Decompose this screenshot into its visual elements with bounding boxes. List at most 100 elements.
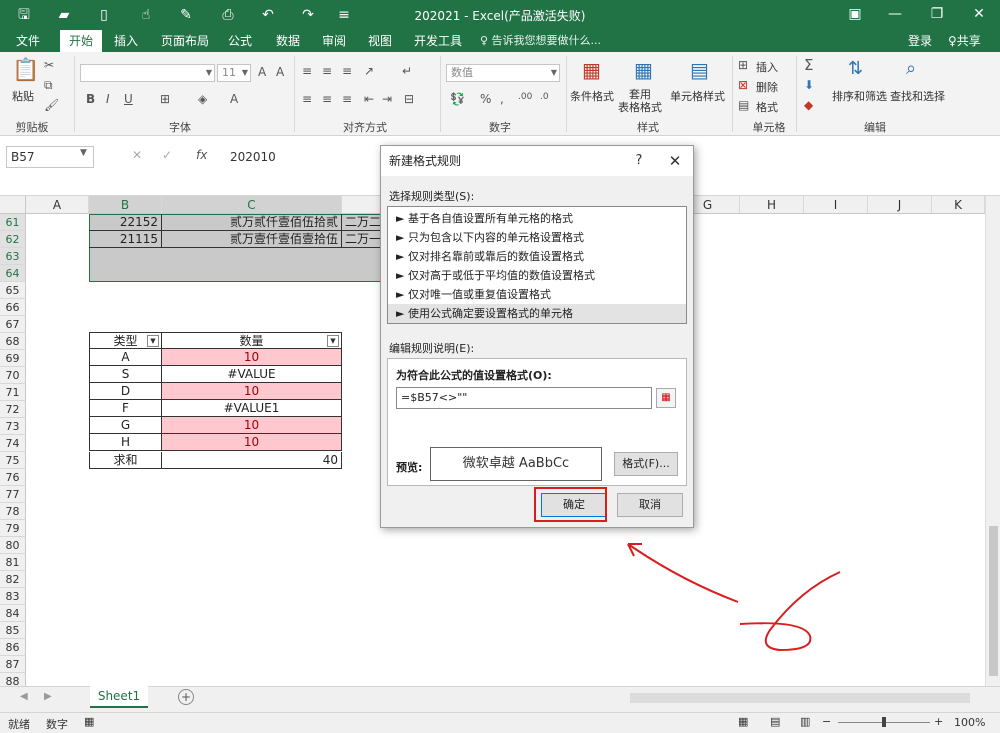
table-cell-qty[interactable]: #VALUE xyxy=(162,366,342,383)
align-middle-icon[interactable]: ≡ xyxy=(322,64,332,78)
column-header-c[interactable]: C xyxy=(162,196,342,214)
format-painter-icon[interactable]: 🖌 xyxy=(44,98,59,112)
increase-indent-icon[interactable]: ⇥ xyxy=(382,92,392,106)
format-button[interactable]: 格式(F)... xyxy=(614,452,678,476)
table-cell-qty[interactable]: 10 xyxy=(162,349,342,366)
italic-button[interactable]: I xyxy=(106,92,110,106)
dialog-close-button[interactable]: ✕ xyxy=(665,146,685,176)
font-name-select[interactable]: ▼ xyxy=(80,64,215,82)
find-select-icon[interactable]: ⌕ xyxy=(906,58,916,79)
align-right-icon[interactable]: ≡ xyxy=(342,92,352,106)
row-header[interactable]: 72 xyxy=(0,401,26,418)
row-header[interactable]: 85 xyxy=(0,622,26,639)
tab-formulas[interactable]: 公式 xyxy=(222,30,258,52)
cell-style-button[interactable]: 单元格样式 xyxy=(670,88,725,104)
rule-type-item-selected[interactable]: ► 使用公式确定要设置格式的单元格 xyxy=(388,304,686,323)
grow-font-icon[interactable]: A xyxy=(258,65,266,79)
row-header[interactable]: 82 xyxy=(0,571,26,588)
ribbon-display-icon[interactable]: ▣ xyxy=(842,3,868,25)
copy-icon[interactable]: ⧉ xyxy=(44,78,53,93)
table-cell-qty[interactable]: 10 xyxy=(162,434,342,451)
decrease-indent-icon[interactable]: ⇤ xyxy=(364,92,374,106)
table-cell-type[interactable]: A xyxy=(89,349,162,366)
rule-type-item[interactable]: ► 基于各自值设置所有单元格的格式 xyxy=(388,209,686,228)
zoom-in-icon[interactable]: + xyxy=(934,715,943,728)
row-header[interactable]: 75 xyxy=(0,452,26,469)
login-link[interactable]: 登录 xyxy=(902,30,938,52)
cell-c61[interactable]: 贰万贰仟壹佰伍拾贰 xyxy=(162,214,342,231)
rule-type-item[interactable]: ► 仅对排名靠前或靠后的数值设置格式 xyxy=(388,247,686,266)
add-sheet-button[interactable]: + xyxy=(178,689,194,705)
horizontal-scrollbar[interactable] xyxy=(630,693,970,703)
delete-cells-icon[interactable]: ⊠ xyxy=(738,78,748,92)
sort-filter-button[interactable]: 排序和筛选 xyxy=(832,88,887,104)
table-header-type[interactable]: 类型 ▼ xyxy=(89,332,162,349)
row-header[interactable]: 62 xyxy=(0,231,26,248)
macro-record-icon[interactable]: ▦ xyxy=(84,715,94,728)
help-button[interactable]: ? xyxy=(631,146,647,176)
shrink-font-icon[interactable]: A xyxy=(276,65,284,79)
row-header[interactable]: 88 xyxy=(0,673,26,686)
rule-type-item[interactable]: ► 仅对高于或低于平均值的数值设置格式 xyxy=(388,266,686,285)
filter-dropdown-icon[interactable]: ▼ xyxy=(147,335,159,347)
filter-dropdown-icon[interactable]: ▼ xyxy=(327,335,339,347)
row-header[interactable]: 81 xyxy=(0,554,26,571)
table-cell-type[interactable]: H xyxy=(89,434,162,451)
scroll-thumb[interactable] xyxy=(989,526,998,676)
underline-button[interactable]: U xyxy=(124,92,133,106)
row-header[interactable]: 77 xyxy=(0,486,26,503)
column-header-i[interactable]: I xyxy=(804,196,868,214)
row-header[interactable]: 64 xyxy=(0,265,26,282)
page-layout-view-icon[interactable]: ▤ xyxy=(770,715,780,728)
wrap-text-icon[interactable]: ↵ xyxy=(402,64,412,78)
row-header[interactable]: 74 xyxy=(0,435,26,452)
row-header[interactable]: 66 xyxy=(0,299,26,316)
share-button[interactable]: ♀共享 xyxy=(942,30,987,52)
row-header[interactable]: 69 xyxy=(0,350,26,367)
maximize-button[interactable]: ❐ xyxy=(924,3,950,25)
tab-developer[interactable]: 开发工具 xyxy=(408,30,468,52)
cell-b61[interactable]: 22152 xyxy=(89,214,162,231)
bold-button[interactable]: B xyxy=(86,92,95,106)
select-all-corner[interactable] xyxy=(0,196,26,214)
tab-view[interactable]: 视图 xyxy=(362,30,398,52)
merge-center-icon[interactable]: ⊟ xyxy=(404,92,414,106)
zoom-out-icon[interactable]: − xyxy=(822,715,831,728)
tab-home[interactable]: 开始 xyxy=(60,30,102,52)
table-cell-type[interactable]: G xyxy=(89,417,162,434)
comma-icon[interactable]: , xyxy=(500,92,504,106)
table-cell-type[interactable]: D xyxy=(89,383,162,400)
formula-field[interactable]: =$B57<>"" xyxy=(396,387,652,409)
row-header[interactable]: 87 xyxy=(0,656,26,673)
cell-b62[interactable]: 21115 xyxy=(89,231,162,248)
paste-icon[interactable]: 📋 xyxy=(12,58,39,83)
align-left-icon[interactable]: ≡ xyxy=(302,92,312,106)
page-break-view-icon[interactable]: ▥ xyxy=(800,715,810,728)
sheet-tab-sheet1[interactable]: Sheet1 xyxy=(90,686,148,708)
fill-color-icon[interactable]: ◈ xyxy=(198,92,207,106)
cell-d62[interactable]: 二万一 xyxy=(342,231,382,248)
font-color-icon[interactable]: A xyxy=(230,92,238,106)
column-header-h[interactable]: H xyxy=(740,196,804,214)
tab-file[interactable]: 文件 xyxy=(10,30,46,52)
sheet-next-icon[interactable]: ▶ xyxy=(44,691,52,702)
sum-label-cell[interactable]: 求和 xyxy=(89,452,162,469)
sheet-prev-icon[interactable]: ◀ xyxy=(20,691,28,702)
row-header[interactable]: 68 xyxy=(0,333,26,350)
clear-icon[interactable]: ◆ xyxy=(804,98,813,112)
row-header[interactable]: 63 xyxy=(0,248,26,265)
table-format-button[interactable]: 套用 表格格式 xyxy=(618,88,662,114)
tab-data[interactable]: 数据 xyxy=(270,30,306,52)
vertical-scrollbar[interactable] xyxy=(985,196,1000,686)
tell-me-search[interactable]: ♀ 告诉我您想要做什么... xyxy=(480,30,601,52)
row-header[interactable]: 86 xyxy=(0,639,26,656)
row-header[interactable]: 79 xyxy=(0,520,26,537)
rule-type-list[interactable]: ► 基于各自值设置所有单元格的格式 ► 只为包含以下内容的单元格设置格式 ► 仅… xyxy=(387,206,687,324)
insert-cells-button[interactable]: 插入 xyxy=(756,59,778,75)
table-header-qty[interactable]: 数量 ▼ xyxy=(162,332,342,349)
conditional-format-icon[interactable]: ▦ xyxy=(582,58,601,82)
percent-icon[interactable]: % xyxy=(480,92,491,106)
delete-cells-button[interactable]: 删除 xyxy=(756,79,778,95)
normal-view-icon[interactable]: ▦ xyxy=(738,715,748,728)
find-select-button[interactable]: 查找和选择 xyxy=(890,88,945,104)
